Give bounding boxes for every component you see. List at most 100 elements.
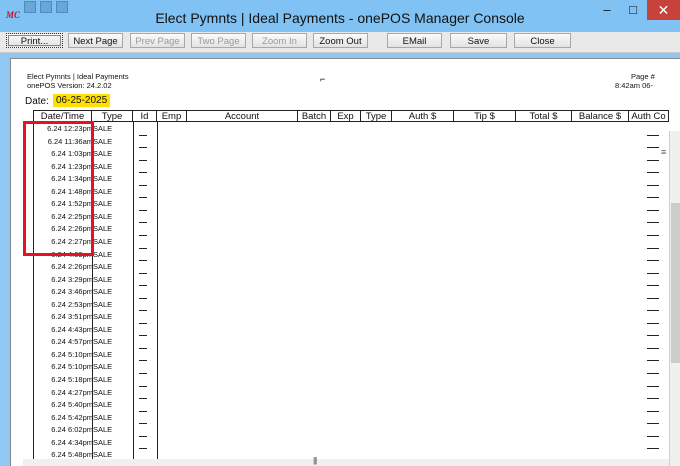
grid-tick [647,310,659,312]
datetime-cell: 6.24 5:40pm [51,400,93,410]
grid-tick [647,335,659,337]
zoom-in-button[interactable]: Zoom In [252,33,307,48]
grid-tick [139,435,147,437]
grid-tick [647,385,659,387]
datetime-cell: 6.24 2:53pm [51,299,93,309]
prev-page-button[interactable]: Prev Page [130,33,185,48]
grid-tick [139,197,147,199]
column-header: Account [187,110,298,122]
type-cell: SALE [93,211,113,221]
grid-tick [139,285,147,287]
date-label: Date: [25,96,49,107]
column-header: Id [133,110,157,122]
type-cell: SALE [93,262,113,272]
report-header-line-1: Elect Pymnts | Ideal Payments [27,72,129,81]
grid-tick [647,159,659,161]
grid-tick [647,347,659,349]
maximize-button[interactable]: □ [620,0,646,20]
datetime-cell: 6.24 3:46pm [51,287,93,297]
grid-tick [647,260,659,262]
grid-tick [139,347,147,349]
print-button[interactable]: Print... [6,33,63,48]
text-cursor-icon: ⌐ [320,74,326,84]
column-header: Exp [331,110,361,122]
grid-tick [139,385,147,387]
grid-tick [139,134,147,136]
type-cell: SALE [93,124,113,133]
column-header: Auth $ [392,110,454,122]
grid-tick [647,184,659,186]
datetime-cell: 6.24 5:18pm [51,375,93,384]
type-cell: SALE [93,174,113,184]
grid-tick [647,410,659,412]
type-cell: SALE [93,437,113,447]
zoom-out-button[interactable]: Zoom Out [313,33,368,48]
column-header: Total $ [516,110,572,122]
preview-toolbar: Print... Next Page Prev Page Two Page Zo… [0,32,680,53]
next-page-button[interactable]: Next Page [68,33,123,48]
grid-tick [647,423,659,425]
column-header: Type [361,110,392,122]
grid-tick [647,209,659,211]
column-header: Balance $ [572,110,629,122]
report-time: 8:42am 06- [615,81,653,90]
type-cell: SALE [93,161,113,171]
page-number-label: Page # [631,72,655,81]
two-page-button[interactable]: Two Page [191,33,246,48]
grid-line [133,122,134,462]
grid-tick [139,234,147,236]
type-cell: SALE [93,337,113,347]
grid-tick [647,285,659,287]
type-cell: SALE [93,412,113,422]
grid-tick [139,335,147,337]
type-cell: SALE [93,274,113,284]
grid-tick [647,398,659,400]
grid-tick [139,398,147,400]
save-button[interactable]: Save [450,33,507,48]
grid-tick [647,297,659,299]
grid-tick [139,322,147,324]
vertical-scroll-thumb[interactable] [671,203,680,363]
grid-tick [139,172,147,174]
email-button[interactable]: EMail [387,33,442,48]
grid-tick [139,147,147,149]
type-cell: SALE [93,136,113,146]
grid-tick [139,373,147,374]
quick-access-icons [24,0,104,13]
type-cell: SALE [93,199,113,209]
type-cell: SALE [93,149,113,159]
type-cell: SALE [93,186,113,196]
datetime-cell: 6.24 4:34pm [51,437,93,447]
grid-tick [647,448,659,450]
datetime-cell: 6.24 5:10pm [51,349,93,359]
grid-tick [647,197,659,199]
type-cell: SALE [93,362,113,372]
close-button[interactable]: Close [514,33,571,48]
datetime-cell: 6.24 5:42pm [51,412,93,422]
report-preview[interactable]: Elect Pymnts | Ideal Payments onePOS Ver… [10,58,680,466]
grid-tick [647,134,659,136]
column-header: Tip $ [454,110,516,122]
datetime-cell: 6.24 4:27pm [51,387,93,397]
type-cell: SALE [93,324,113,334]
grid-tick [139,297,147,299]
vertical-scrollbar[interactable] [669,131,680,466]
datetime-cell: 6.24 3:51pm [51,312,93,322]
grid-tick [647,172,659,174]
grid-tick [647,272,659,274]
grid-tick [647,435,659,437]
column-header: Auth Co [629,110,669,122]
scroll-grip-icon: ||| [313,456,317,465]
close-window-button[interactable]: ✕ [647,0,680,20]
type-cell: SALE [93,236,113,246]
type-cell: SALE [93,387,113,397]
minimize-button[interactable]: – [594,0,620,20]
annotation-box [23,121,94,256]
date-value: 06-25-2025 [53,94,111,107]
type-cell: SALE [93,400,113,410]
grid-tick [139,448,147,450]
column-header: Emp [157,110,187,122]
datetime-cell: 6.24 4:43pm [51,324,93,334]
grid-tick [139,410,147,412]
grid-tick [647,322,659,324]
